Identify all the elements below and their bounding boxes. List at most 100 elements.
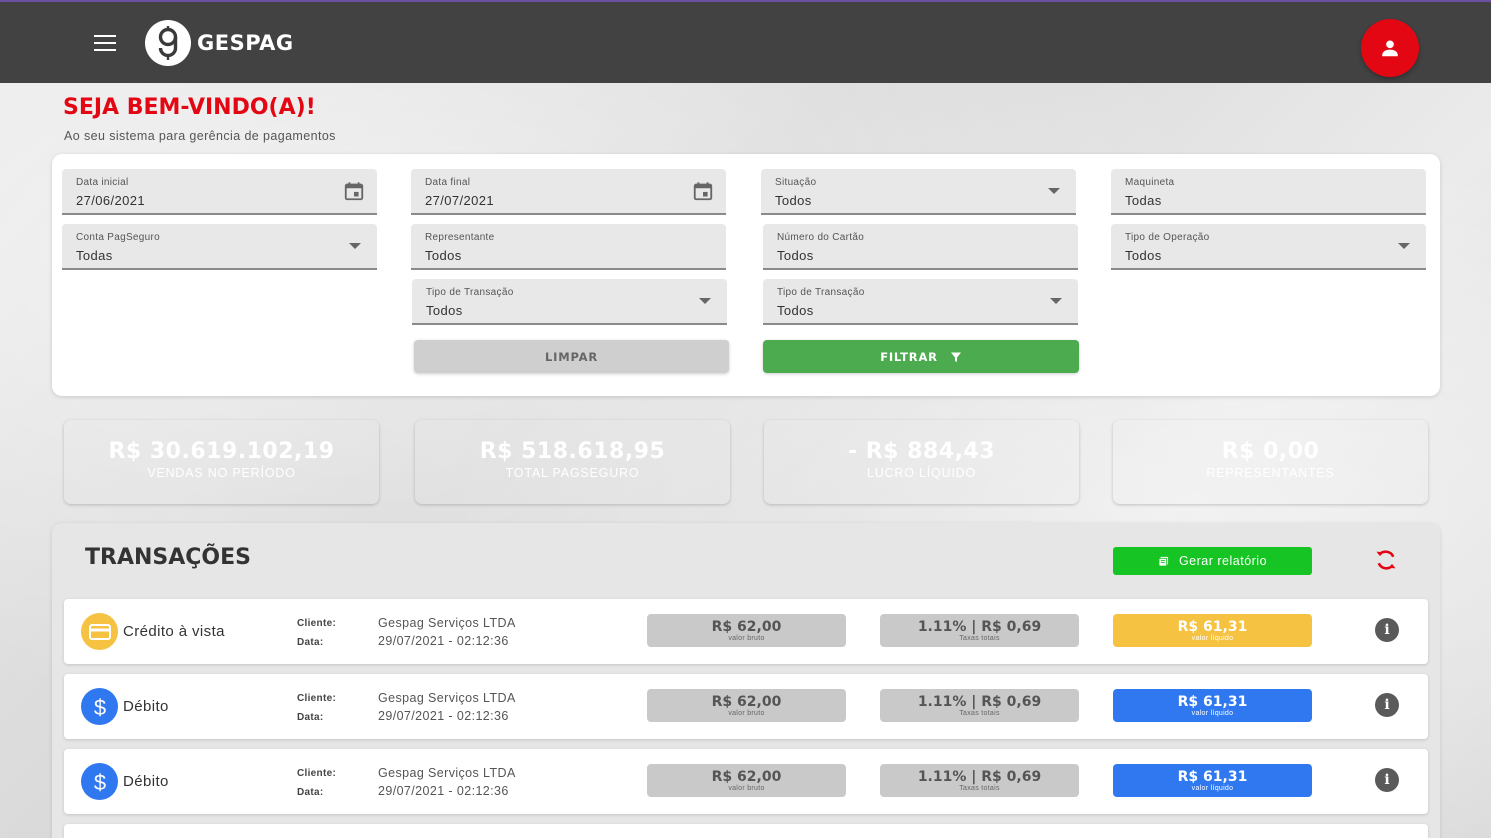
fees-value: 1.11% | R$ 0,69 xyxy=(917,769,1042,785)
chevron-down-icon xyxy=(1398,243,1410,249)
end-date-field[interactable]: Data final 27/07/2021 xyxy=(411,169,726,215)
transaction-row[interactable]: $ Débito Cliente: Data: Gespag Serviços … xyxy=(64,749,1428,814)
svg-text:$: $ xyxy=(93,695,105,720)
report-icon xyxy=(1158,556,1169,567)
generate-report-button[interactable]: Gerar relatório xyxy=(1113,547,1312,575)
field-value: Todos xyxy=(777,303,814,318)
transactions-title: TRANSAÇÕES xyxy=(85,545,251,570)
pagseguro-account-select[interactable]: Conta PagSeguro Todas xyxy=(62,224,377,270)
dollar-icon: $ xyxy=(81,763,118,800)
transaction-row[interactable]: Crédito à vista Cliente: Data: Gespag Se… xyxy=(64,599,1428,664)
gross-caption: valor bruto xyxy=(728,635,765,642)
account-button[interactable] xyxy=(1361,19,1419,77)
net-caption: valor líquido xyxy=(1191,635,1234,642)
filter-button[interactable]: FILTRAR xyxy=(763,340,1079,373)
net-value: R$ 61,31 xyxy=(1177,619,1248,635)
field-label: Número do Cartão xyxy=(777,232,865,243)
field-value: 27/06/2021 xyxy=(76,193,146,208)
field-value: Todas xyxy=(1125,193,1162,208)
chevron-down-icon xyxy=(699,298,711,304)
stat-value: R$ 30.619.102,19 xyxy=(108,439,335,464)
field-label: Tipo de Transação xyxy=(426,287,514,298)
status-select[interactable]: Situação Todos xyxy=(761,169,1076,215)
clear-button[interactable]: LIMPAR xyxy=(414,340,729,373)
transaction-type: Débito xyxy=(123,698,169,715)
top-app-bar: GESPAG xyxy=(0,0,1491,83)
gross-value-pill: R$ 62,00 valor bruto xyxy=(647,614,846,647)
field-value: 27/07/2021 xyxy=(425,193,495,208)
transaction-type-select-1[interactable]: Tipo de Transação Todos xyxy=(412,279,727,325)
info-icon[interactable]: i xyxy=(1375,693,1399,717)
operation-type-select[interactable]: Tipo de Operação Todos xyxy=(1111,224,1426,270)
chevron-down-icon xyxy=(1050,298,1062,304)
field-label: Maquineta xyxy=(1125,177,1175,188)
date-label: Data: xyxy=(297,712,324,723)
stat-label: TOTAL PAGSEGURO xyxy=(505,466,640,480)
gross-value-pill: R$ 62,00 valor bruto xyxy=(647,764,846,797)
representatives-card: R$ 0,00 REPRESENTANTES xyxy=(1113,420,1428,504)
field-value: Todos xyxy=(426,303,463,318)
refresh-icon[interactable] xyxy=(1372,546,1400,574)
start-date-field[interactable]: Data inicial 27/06/2021 xyxy=(62,169,377,215)
client-name: Gespag Serviços LTDA xyxy=(378,616,516,630)
client-name: Gespag Serviços LTDA xyxy=(378,691,516,705)
gross-caption: valor bruto xyxy=(728,710,765,717)
card-machine-field[interactable]: Maquineta Todas xyxy=(1111,169,1426,215)
field-label: Representante xyxy=(425,232,495,243)
menu-icon[interactable] xyxy=(94,35,116,51)
stat-label: REPRESENTANTES xyxy=(1206,466,1335,480)
field-value: Todas xyxy=(76,248,113,263)
client-label: Cliente: xyxy=(297,618,337,629)
field-value: Todos xyxy=(777,248,814,263)
brand-name: GESPAG xyxy=(197,31,294,55)
field-label: Conta PagSeguro xyxy=(76,232,161,243)
transaction-row[interactable] xyxy=(64,824,1428,838)
field-label: Tipo de Operação xyxy=(1125,232,1210,243)
net-value: R$ 61,31 xyxy=(1177,769,1248,785)
fees-pill: 1.11% | R$ 0,69 Taxas totais xyxy=(880,689,1079,722)
generate-report-label: Gerar relatório xyxy=(1178,554,1268,568)
fees-value: 1.11% | R$ 0,69 xyxy=(917,619,1042,635)
field-value: Todos xyxy=(775,193,812,208)
date-label: Data: xyxy=(297,787,324,798)
info-icon[interactable]: i xyxy=(1375,618,1399,642)
gross-caption: valor bruto xyxy=(728,785,765,792)
gross-value: R$ 62,00 xyxy=(711,619,782,635)
gespag-logo-icon xyxy=(145,20,191,66)
transaction-type: Crédito à vista xyxy=(123,623,225,640)
card-number-field[interactable]: Número do Cartão Todos xyxy=(763,224,1078,270)
gross-value-pill: R$ 62,00 valor bruto xyxy=(647,689,846,722)
transaction-date: 29/07/2021 - 02:12:36 xyxy=(378,784,509,798)
stat-value: - R$ 884,43 xyxy=(847,439,996,464)
transaction-type: Débito xyxy=(123,773,169,790)
calendar-icon[interactable] xyxy=(343,180,365,202)
field-label: Situação xyxy=(775,177,817,188)
client-label: Cliente: xyxy=(297,768,337,779)
transaction-date: 29/07/2021 - 02:12:36 xyxy=(378,634,509,648)
stat-value: R$ 0,00 xyxy=(1221,439,1320,464)
net-value-pill: R$ 61,31 valor líquido xyxy=(1113,764,1312,797)
transaction-row[interactable]: $ Débito Cliente: Data: Gespag Serviços … xyxy=(64,674,1428,739)
transaction-date: 29/07/2021 - 02:12:36 xyxy=(378,709,509,723)
net-value-pill: R$ 61,31 valor líquido xyxy=(1113,689,1312,722)
chevron-down-icon xyxy=(349,243,361,249)
net-caption: valor líquido xyxy=(1191,785,1234,792)
stat-value: R$ 518.618,95 xyxy=(479,439,666,464)
credit-card-icon xyxy=(81,613,118,650)
field-label: Data final xyxy=(425,177,471,188)
calendar-icon[interactable] xyxy=(692,180,714,202)
sales-period-card: R$ 30.619.102,19 VENDAS NO PERÍODO xyxy=(64,420,379,504)
field-label: Data inicial xyxy=(76,177,129,188)
representative-field[interactable]: Representante Todos xyxy=(411,224,726,270)
info-icon[interactable]: i xyxy=(1375,768,1399,792)
net-caption: valor líquido xyxy=(1191,710,1234,717)
field-value: Todos xyxy=(1125,248,1162,263)
fees-caption: Taxas totais xyxy=(959,635,1000,642)
clear-button-label: LIMPAR xyxy=(545,349,598,364)
page-subtitle: Ao seu sistema para gerência de pagament… xyxy=(64,129,336,143)
chevron-down-icon xyxy=(1048,188,1060,194)
field-label: Tipo de Transação xyxy=(777,287,865,298)
field-value: Todos xyxy=(425,248,462,263)
transaction-type-select-2[interactable]: Tipo de Transação Todos xyxy=(763,279,1078,325)
person-icon xyxy=(1382,40,1398,57)
